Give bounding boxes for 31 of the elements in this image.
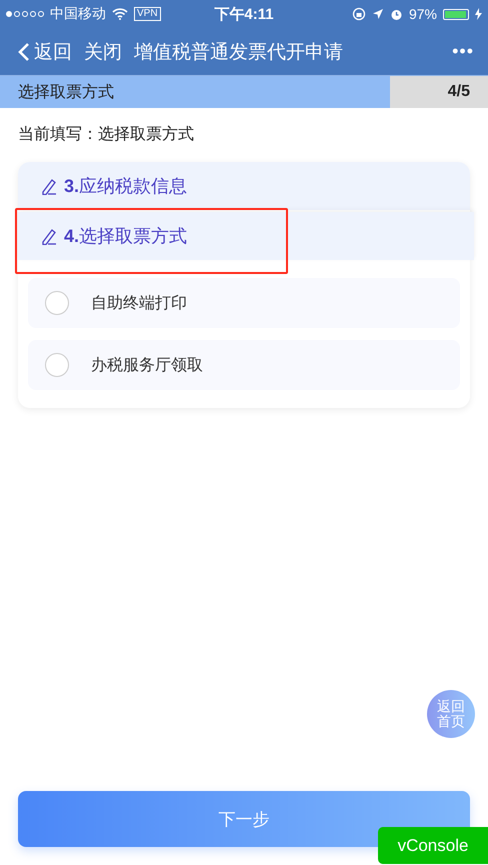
option-label: 自助终端打印 (91, 294, 187, 314)
battery-icon (443, 8, 469, 20)
radio-button[interactable] (45, 291, 69, 315)
location-arrow-icon (372, 8, 384, 20)
close-button[interactable]: 关闭 (84, 38, 122, 64)
chevron-left-icon (18, 42, 30, 62)
charging-icon (475, 8, 482, 20)
option-item[interactable]: 办税服务厅领取 (28, 340, 460, 390)
section-title: 4.选择取票方式 (64, 225, 188, 248)
console-button[interactable]: vConsole (378, 827, 488, 864)
wifi-icon (112, 8, 128, 20)
option-item[interactable]: 自助终端打印 (28, 278, 460, 328)
step-label: 选择取票方式 (17, 82, 114, 102)
clock-time: 下午4:11 (214, 4, 274, 24)
rotation-lock-icon (352, 7, 366, 21)
option-label: 办税服务厅领取 (91, 356, 203, 376)
signal-icon (6, 11, 44, 17)
radio-button[interactable] (45, 353, 69, 377)
section-header[interactable]: 4.选择取票方式 (18, 212, 474, 260)
more-menu-button[interactable]: ••• (452, 41, 474, 62)
section-header[interactable]: 3.应纳税款信息 (18, 162, 470, 210)
step-count: 4/5 (448, 83, 471, 101)
section-title: 3.应纳税款信息 (64, 175, 188, 198)
current-step-text: 当前填写：选择取票方式 (17, 124, 195, 145)
page-title: 增值税普通发票代开申请 (134, 40, 343, 64)
alarm-icon (390, 8, 403, 20)
carrier-name: 中国移动 (50, 5, 106, 23)
battery-percent: 97% (408, 6, 437, 22)
vpn-badge: VPN (134, 7, 161, 21)
back-button[interactable]: 返回 (18, 38, 72, 64)
home-button[interactable]: 返回首页 (427, 690, 475, 738)
